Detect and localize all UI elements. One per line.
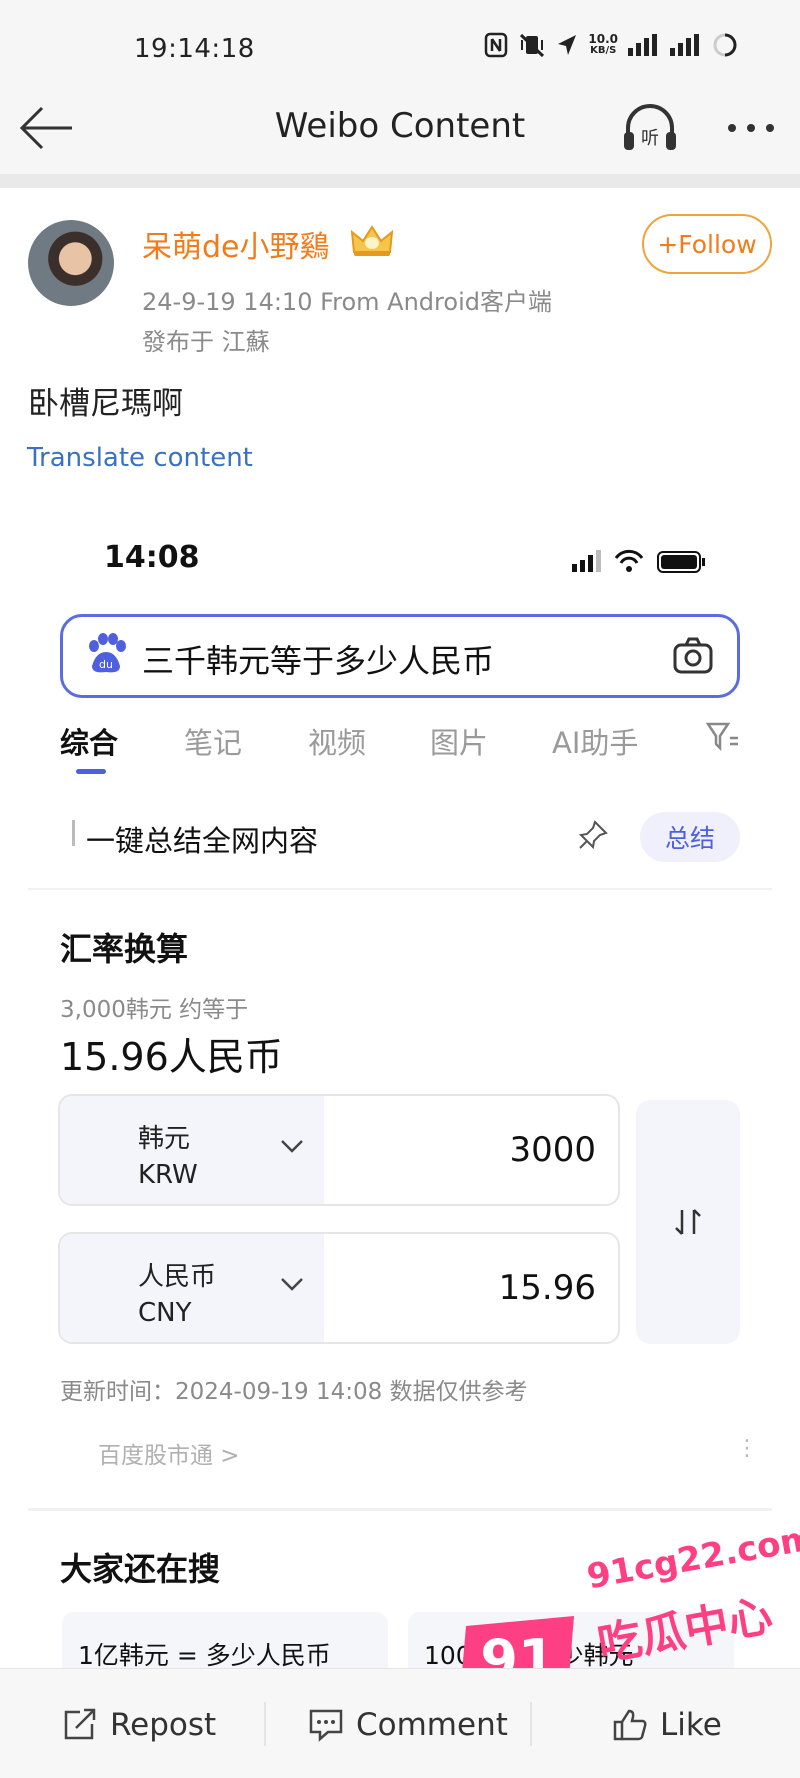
- listen-label: 听: [641, 128, 659, 149]
- network-speed-value: 10.0: [588, 32, 618, 46]
- signal-icon: [628, 34, 657, 56]
- repost-icon: [64, 1708, 96, 1740]
- more-vertical-icon[interactable]: ⋮: [736, 1436, 758, 1461]
- status-time: 19:14:18: [134, 34, 255, 64]
- network-speed-unit: KB/S: [590, 45, 617, 56]
- username[interactable]: 呆萌de小野鷄: [142, 222, 330, 266]
- post-meta: 24-9-19 14:10 From Android客户端: [142, 288, 552, 316]
- more-dots-icon: [728, 124, 774, 132]
- from-amount-input[interactable]: 3000: [509, 1130, 596, 1170]
- summary-text[interactable]: 一键总结全网内容: [86, 818, 318, 860]
- repost-label: Repost: [110, 1707, 217, 1743]
- mute-vibrate-icon: [520, 33, 545, 58]
- more-options-button[interactable]: [722, 108, 780, 148]
- swap-currency-button[interactable]: [636, 1100, 740, 1344]
- post-text: 卧槽尼瑪啊: [28, 386, 183, 422]
- filter-icon[interactable]: [706, 720, 740, 752]
- active-tab-indicator: [76, 769, 106, 774]
- headphones-icon: 听: [624, 104, 676, 150]
- follow-button[interactable]: +Follow: [642, 214, 772, 274]
- baidu-logo-text: du: [99, 658, 113, 671]
- header-divider: [0, 174, 800, 188]
- divider: [264, 1702, 266, 1746]
- status-icons: 10.0 KB/S: [484, 32, 738, 58]
- network-speed: 10.0 KB/S: [588, 33, 618, 57]
- to-amount-input[interactable]: 15.96: [499, 1268, 596, 1308]
- converter-title: 汇率换算: [60, 930, 189, 968]
- tab-ai-assistant[interactable]: AI助手: [552, 720, 638, 762]
- from-currency-code: KRW: [138, 1160, 198, 1190]
- comment-label: Comment: [356, 1707, 508, 1743]
- converter-subtitle: 3,000韩元 约等于: [60, 997, 249, 1023]
- divider: [28, 1508, 772, 1511]
- comment-icon: [309, 1709, 343, 1742]
- location-icon: [558, 35, 577, 55]
- from-currency-select[interactable]: 韩元 KRW: [60, 1096, 324, 1204]
- chevron-down-icon: [281, 1278, 303, 1291]
- from-currency-row[interactable]: 韩元 KRW 3000: [58, 1094, 620, 1206]
- tab-notes[interactable]: 笔记: [184, 720, 242, 762]
- chevron-down-icon: [281, 1140, 303, 1153]
- divider: [28, 888, 772, 890]
- baidu-paw-icon: du: [89, 633, 126, 673]
- to-currency-row[interactable]: 人民币 CNY 15.96: [58, 1232, 620, 1344]
- listen-button[interactable]: 听: [620, 100, 682, 156]
- thumbs-up-icon: [613, 1709, 647, 1741]
- suggestion-text: 1亿韩元 = 多少人民币: [78, 1641, 331, 1670]
- vip-crown-icon: [350, 225, 394, 256]
- divider: [530, 1702, 532, 1746]
- summarize-button[interactable]: 总结: [640, 812, 740, 862]
- swap-arrows-icon: [675, 1209, 701, 1235]
- converter-result: 15.96人民币: [60, 1035, 283, 1079]
- like-label: Like: [660, 1707, 722, 1743]
- camera-icon[interactable]: [672, 636, 714, 676]
- comment-button[interactable]: Comment: [308, 1700, 508, 1750]
- also-search-title: 大家还在搜: [60, 1550, 221, 1588]
- source-link[interactable]: 百度股市通 >: [98, 1436, 240, 1470]
- embedded-status-time: 14:08: [104, 540, 200, 575]
- search-query[interactable]: 三千韩元等于多少人民币: [142, 636, 494, 682]
- to-currency-code: CNY: [138, 1298, 192, 1328]
- battery-ring-icon: [713, 33, 737, 57]
- update-time: 更新时间：2024-09-19 14:08 数据仅供参考: [60, 1379, 528, 1405]
- to-currency-select[interactable]: 人民币 CNY: [60, 1234, 324, 1342]
- translate-link[interactable]: Translate content: [27, 443, 253, 473]
- tab-videos[interactable]: 视频: [308, 720, 366, 762]
- nfc-icon: [485, 32, 508, 58]
- like-button[interactable]: Like: [612, 1700, 722, 1750]
- signal-icon-2: [670, 34, 699, 56]
- tab-comprehensive[interactable]: 综合: [60, 720, 118, 762]
- post-location: 發布于 江蘇: [142, 328, 270, 356]
- pin-icon[interactable]: [578, 820, 608, 850]
- to-currency-name: 人民币: [138, 1262, 217, 1292]
- tab-images[interactable]: 图片: [430, 720, 488, 762]
- embedded-status-icons: [572, 549, 705, 573]
- summary-marker: [72, 820, 75, 846]
- avatar[interactable]: [28, 220, 114, 306]
- repost-button[interactable]: Repost: [62, 1700, 216, 1750]
- from-currency-name: 韩元: [138, 1124, 191, 1154]
